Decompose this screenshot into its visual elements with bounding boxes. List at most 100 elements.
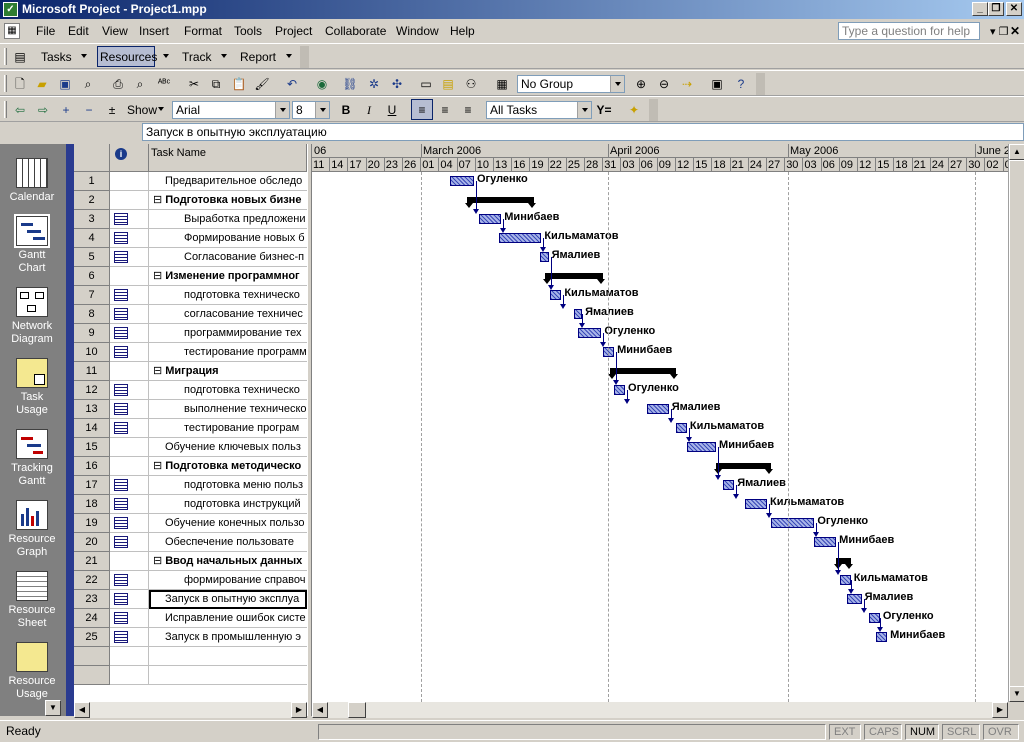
task-bar[interactable] bbox=[550, 290, 562, 300]
table-row[interactable]: 15 Обучение ключевых польз bbox=[74, 438, 307, 457]
summary-bar[interactable] bbox=[714, 463, 773, 474]
notes-icon[interactable] bbox=[114, 384, 128, 396]
task-name-cell[interactable]: Исправление ошибок систе bbox=[149, 609, 307, 628]
table-row[interactable]: 8 согласование техничес bbox=[74, 305, 307, 324]
undo-icon[interactable]: ↶ bbox=[284, 76, 300, 92]
collapse-icon[interactable]: ⊟ bbox=[153, 460, 162, 472]
indicator-cell[interactable] bbox=[110, 362, 149, 381]
table-row[interactable]: 2 ⊟ Подготовка новых бизне bbox=[74, 191, 307, 210]
table-horizontal-scrollbar[interactable]: ◀ ▶ bbox=[74, 702, 307, 718]
collapse-icon[interactable]: ⊟ bbox=[153, 555, 162, 567]
menu-view[interactable]: View bbox=[102, 24, 128, 38]
row-id[interactable]: 12 bbox=[74, 381, 110, 400]
view-calendar[interactable]: Calendar bbox=[4, 158, 60, 204]
indicator-cell[interactable] bbox=[110, 476, 149, 495]
vertical-scrollbar[interactable]: ▲ ▼ bbox=[1008, 144, 1024, 702]
entry-field[interactable]: Запуск в опытную эксплуатацию bbox=[142, 123, 1024, 141]
scroll-left-icon[interactable]: ◀ bbox=[312, 702, 328, 718]
toolbar-options-icon[interactable] bbox=[756, 73, 765, 95]
row-id[interactable]: 9 bbox=[74, 324, 110, 343]
view-resource-sheet[interactable]: Resource Sheet bbox=[4, 571, 60, 630]
table-row[interactable]: 16 ⊟ Подготовка методическо bbox=[74, 457, 307, 476]
zoom-in-icon[interactable]: ⊕ bbox=[633, 76, 649, 92]
task-bar[interactable] bbox=[814, 537, 837, 547]
unlink-tasks-icon[interactable]: ✲ bbox=[366, 76, 382, 92]
notes-icon[interactable] bbox=[114, 593, 128, 605]
close-button[interactable]: ✕ bbox=[1006, 2, 1022, 16]
task-name-cell[interactable]: Формирование новых б bbox=[149, 229, 307, 248]
view-gantt-chart[interactable]: Gantt Chart bbox=[4, 214, 60, 275]
task-bar[interactable] bbox=[839, 575, 851, 585]
table-row[interactable]: 9 программирование тех bbox=[74, 324, 307, 343]
document-icon[interactable]: ▦ bbox=[4, 23, 20, 39]
row-id[interactable] bbox=[74, 666, 110, 685]
bold-icon[interactable]: B bbox=[338, 102, 354, 118]
notes-icon[interactable] bbox=[114, 346, 128, 358]
chevron-down-icon[interactable] bbox=[315, 102, 329, 118]
row-id[interactable]: 8 bbox=[74, 305, 110, 324]
notes-icon[interactable] bbox=[114, 289, 128, 301]
autofilter-icon[interactable]: Y= bbox=[596, 102, 612, 118]
indicator-cell[interactable] bbox=[110, 628, 149, 647]
chevron-down-icon[interactable] bbox=[577, 102, 591, 118]
view-tracking-gantt[interactable]: Tracking Gantt bbox=[4, 429, 60, 488]
select-all-cell[interactable] bbox=[74, 144, 110, 172]
publish-icon[interactable]: ▦ bbox=[494, 76, 510, 92]
task-bar[interactable] bbox=[876, 632, 888, 642]
print-preview-icon[interactable]: ⌕ bbox=[132, 76, 148, 92]
row-id[interactable]: 23 bbox=[74, 590, 110, 609]
indicator-cell[interactable] bbox=[110, 267, 149, 286]
toolbar-options-icon[interactable] bbox=[649, 99, 658, 121]
row-id[interactable]: 14 bbox=[74, 419, 110, 438]
task-name-cell[interactable]: подготовка меню польз bbox=[149, 476, 307, 495]
toolbar-grip[interactable] bbox=[4, 101, 7, 118]
view-network-diagram[interactable]: Network Diagram bbox=[4, 287, 60, 346]
task-name-cell[interactable]: выполнение техническо bbox=[149, 400, 307, 419]
minimize-button[interactable]: _ bbox=[972, 2, 988, 16]
toolbar-grip[interactable] bbox=[4, 75, 7, 92]
group-select[interactable]: No Group bbox=[517, 75, 625, 93]
task-name-cell[interactable]: Запуск в опытную эксплуа bbox=[149, 590, 307, 609]
copy-picture-icon[interactable]: ▣ bbox=[709, 76, 725, 92]
italic-icon[interactable]: I bbox=[361, 102, 377, 118]
row-id[interactable]: 19 bbox=[74, 514, 110, 533]
collapse-icon[interactable]: ⊟ bbox=[153, 270, 162, 282]
scroll-right-icon[interactable]: ▶ bbox=[291, 702, 307, 718]
task-bar[interactable] bbox=[479, 214, 502, 224]
task-bar[interactable] bbox=[686, 442, 717, 452]
indicator-cell[interactable] bbox=[110, 248, 149, 267]
notes-icon[interactable] bbox=[114, 232, 128, 244]
empty-row[interactable] bbox=[74, 647, 307, 666]
indicator-cell[interactable] bbox=[110, 533, 149, 552]
guide-tasks-button[interactable]: Tasks bbox=[41, 50, 72, 64]
help-search-input[interactable]: Type a question for help bbox=[838, 22, 980, 40]
view-task-usage[interactable]: ✓ Task Usage bbox=[4, 358, 60, 417]
align-center-icon[interactable]: ≡ bbox=[437, 102, 453, 118]
app-icon[interactable]: ✓ bbox=[3, 2, 18, 17]
task-name-cell[interactable]: ⊟ Подготовка новых бизне bbox=[149, 191, 307, 210]
indicator-cell[interactable] bbox=[110, 229, 149, 248]
open-icon[interactable]: ▰ bbox=[34, 76, 50, 92]
table-row[interactable]: 21 ⊟ Ввод начальных данных bbox=[74, 552, 307, 571]
hide-subtasks-icon[interactable]: − bbox=[81, 102, 97, 118]
table-row[interactable]: 22 формирование справоч bbox=[74, 571, 307, 590]
task-name-cell[interactable]: тестирование программ bbox=[149, 343, 307, 362]
menu-format[interactable]: Format bbox=[184, 24, 222, 38]
task-name-cell[interactable]: подготовка техническо bbox=[149, 286, 307, 305]
task-bar[interactable] bbox=[676, 423, 687, 433]
task-name-cell[interactable]: ⊟ Ввод начальных данных bbox=[149, 552, 307, 571]
task-name-cell[interactable]: ⊟ Подготовка методическо bbox=[149, 457, 307, 476]
table-row[interactable]: 10 тестирование программ bbox=[74, 343, 307, 362]
new-icon[interactable]: 🗋 bbox=[12, 76, 28, 92]
task-name-cell[interactable]: Запуск в промышленную э bbox=[149, 628, 307, 647]
row-id[interactable]: 16 bbox=[74, 457, 110, 476]
underline-icon[interactable]: U bbox=[384, 102, 400, 118]
show-outline-icon[interactable]: ± bbox=[104, 102, 120, 118]
row-id[interactable]: 22 bbox=[74, 571, 110, 590]
guide-report-button[interactable]: Report bbox=[240, 50, 276, 64]
task-name-cell[interactable]: Обучение ключевых польз bbox=[149, 438, 307, 457]
menu-project[interactable]: Project bbox=[275, 24, 312, 38]
task-bar[interactable] bbox=[847, 594, 862, 604]
indicator-cell[interactable] bbox=[110, 457, 149, 476]
report-dropdown-icon[interactable] bbox=[286, 54, 292, 58]
